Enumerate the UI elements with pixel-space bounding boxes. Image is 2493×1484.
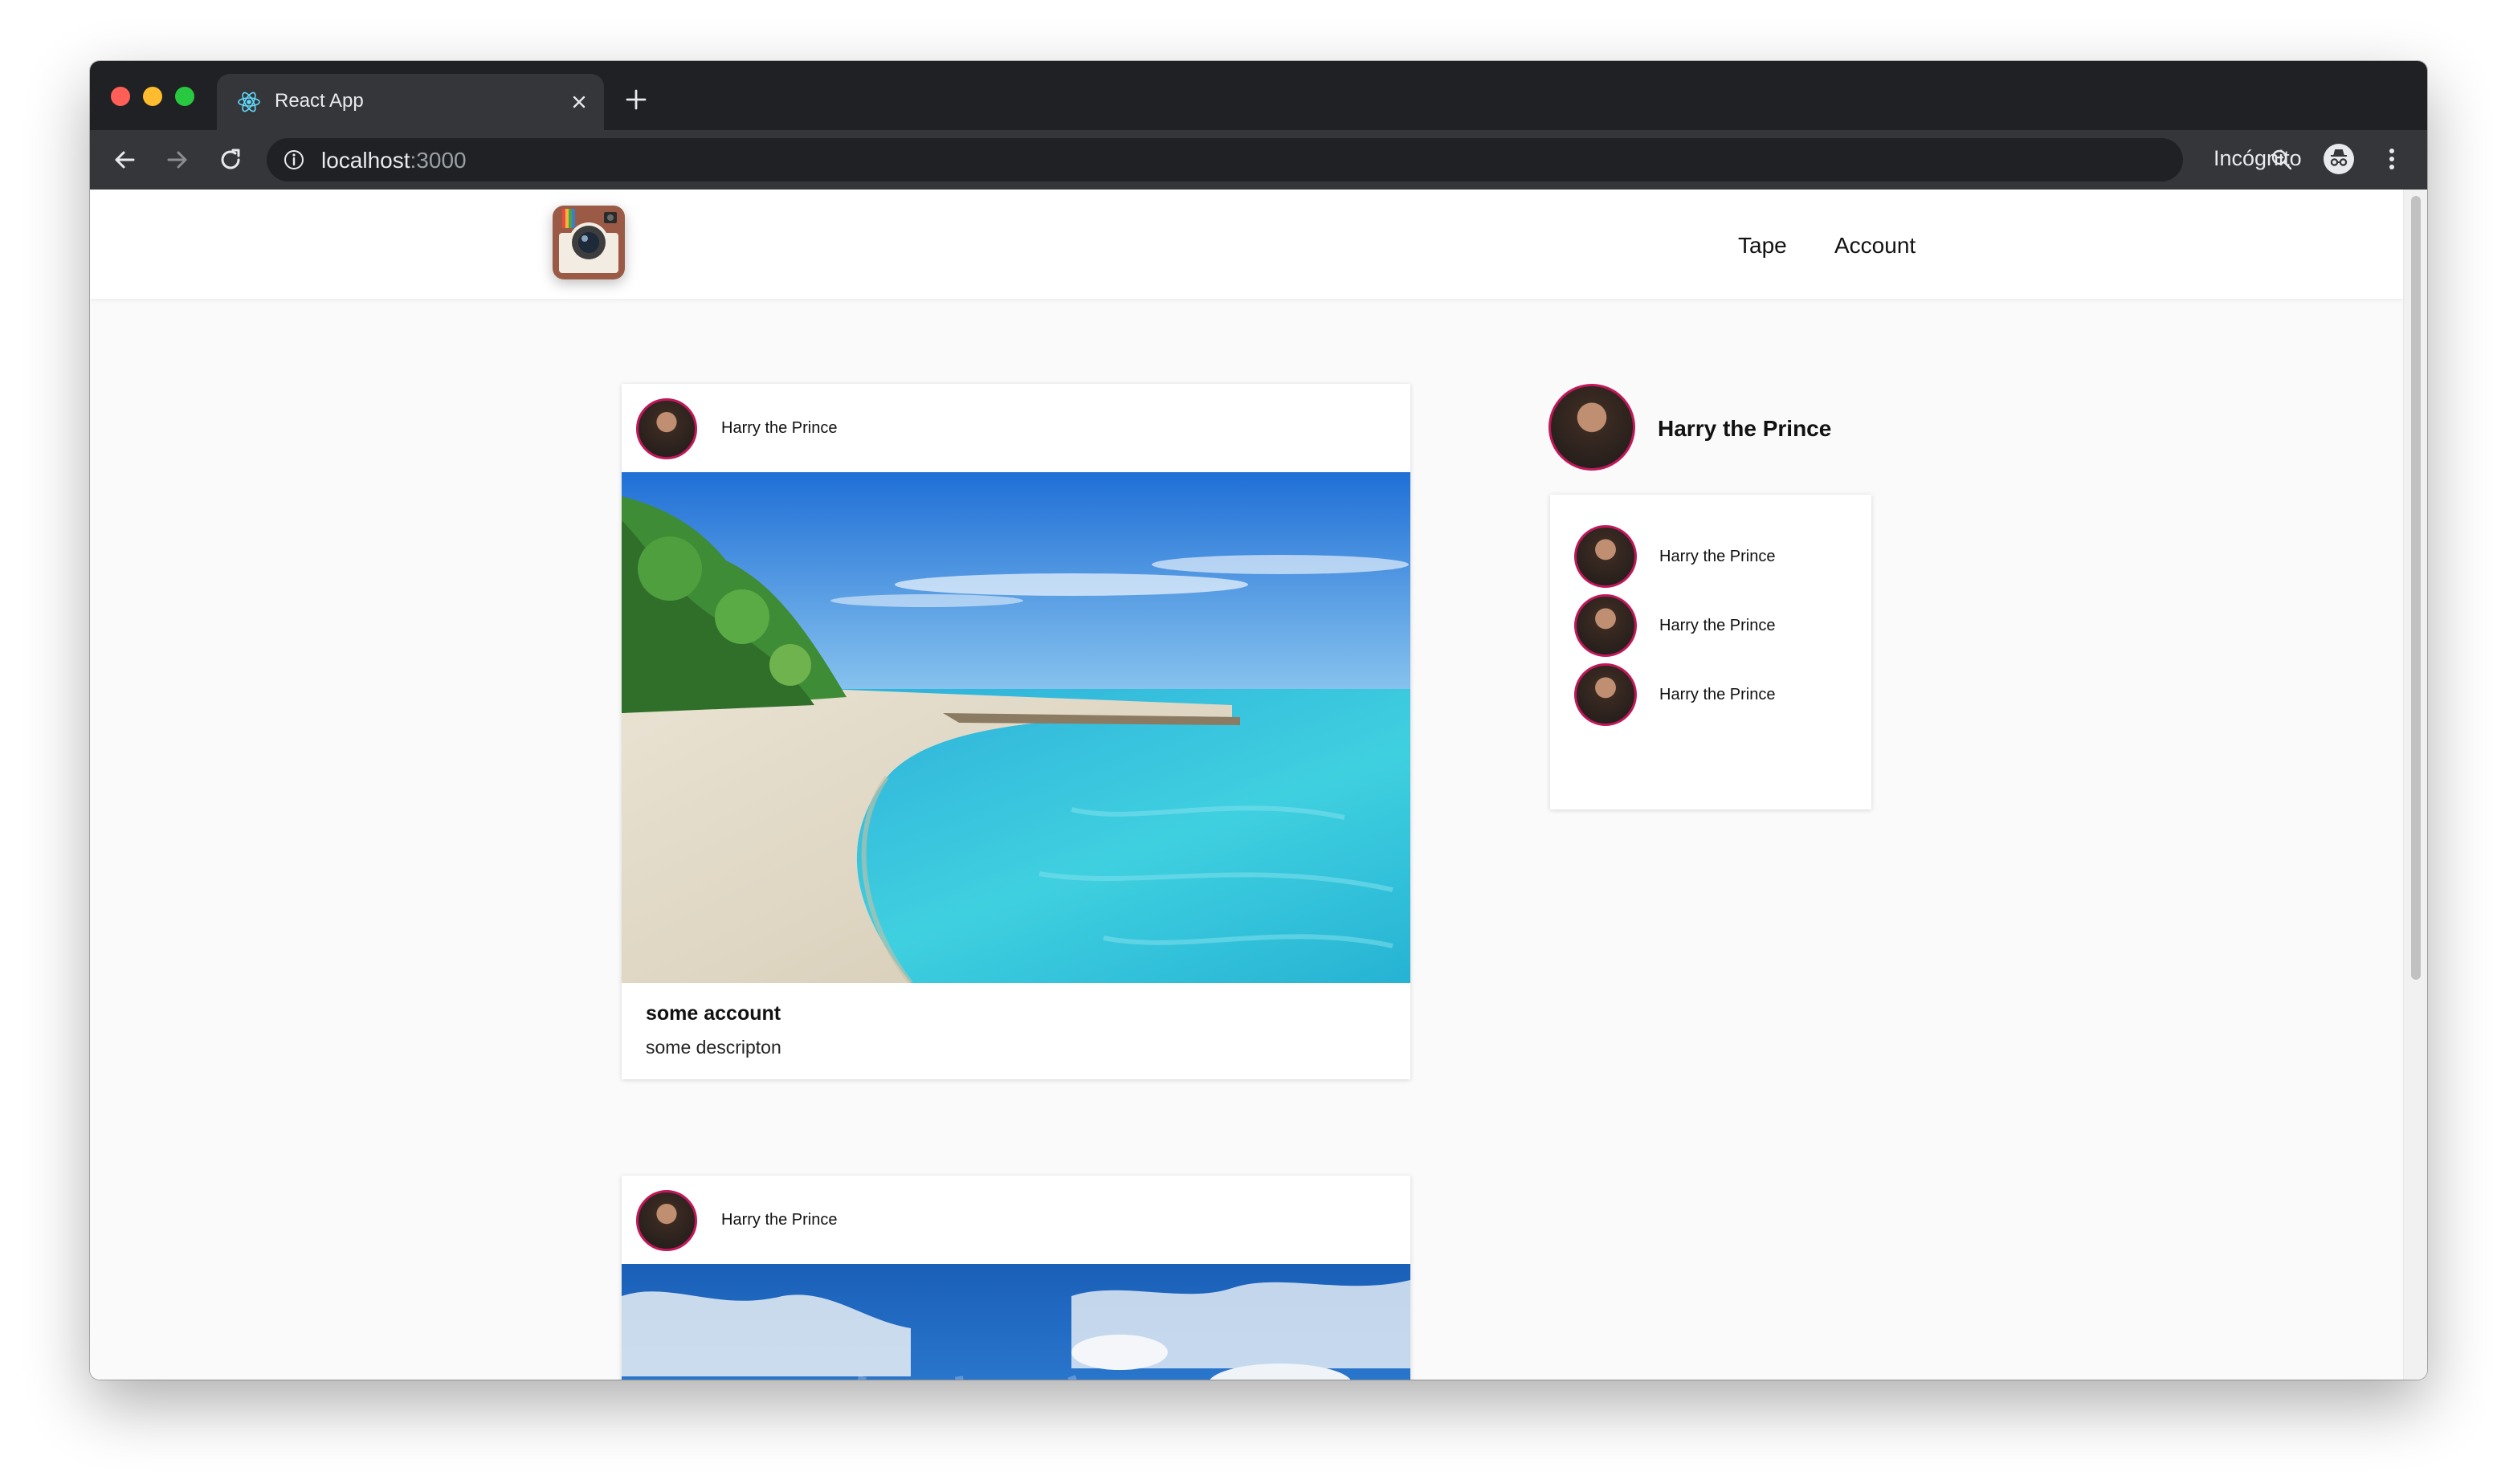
close-window-button[interactable] [111,87,130,106]
tab-strip: React App [90,61,2427,130]
post-footer: some account some descripton [622,983,1410,1079]
incognito-label[interactable]: Incógnito [2214,146,2302,171]
page-viewport: Tape Account Harry the Prince some accou… [90,190,2403,1380]
suggestion-item[interactable]: Harry the Prince [1550,663,1871,728]
suggestion-item[interactable]: Harry the Prince [1550,525,1871,589]
tab-title: React App [275,90,364,112]
avatar[interactable] [1574,525,1637,588]
suggestion-name[interactable]: Harry the Prince [1659,617,1776,635]
avatar[interactable] [636,1190,697,1251]
post-title[interactable]: some account [646,1002,1386,1025]
suggestions-panel: Harry the Prince Harry the Prince Harry … [1550,495,1871,809]
incognito-icon[interactable] [2323,143,2355,175]
post-card: Harry the Prince [622,1176,1410,1380]
nav-tape-link[interactable]: Tape [1738,233,1787,259]
new-tab-icon[interactable] [623,87,649,112]
more-menu-icon[interactable] [2376,143,2408,175]
scrollbar-thumb[interactable] [2411,196,2421,980]
suggestion-item[interactable]: Harry the Prince [1550,594,1871,658]
suggestion-name[interactable]: Harry the Prince [1659,548,1776,566]
post-username[interactable]: Harry the Prince [721,419,838,438]
profile-avatar[interactable] [1548,384,1635,471]
post-card: Harry the Prince [622,384,1410,1079]
nav-account-link[interactable]: Account [1834,233,1916,259]
browser-window: React App localhost:3000 Incógnito Tape … [90,61,2427,1380]
back-arrow-icon[interactable] [109,145,140,175]
react-icon [238,92,260,112]
reload-icon[interactable] [215,145,246,175]
post-header: Harry the Prince [622,384,1410,472]
profile-name[interactable]: Harry the Prince [1658,416,1831,442]
page-scrollbar[interactable] [2403,190,2427,1380]
post-username[interactable]: Harry the Prince [721,1211,838,1229]
close-tab-icon[interactable] [565,88,593,116]
avatar[interactable] [636,398,697,459]
post-description: some descripton [646,1037,781,1058]
post-header: Harry the Prince [622,1176,1410,1264]
browser-tab[interactable]: React App [217,74,604,130]
beach-photo[interactable] [622,472,1410,983]
maximize-window-button[interactable] [175,87,194,106]
browser-toolbar: localhost:3000 Incógnito [90,130,2427,190]
minimize-window-button[interactable] [143,87,162,106]
instagram-logo-icon[interactable] [551,204,626,281]
sky-photo[interactable] [622,1264,1410,1380]
forward-arrow-icon[interactable] [162,145,193,175]
avatar[interactable] [1574,594,1637,657]
address-bar[interactable]: localhost:3000 [267,138,2346,181]
avatar[interactable] [1574,663,1637,726]
suggestion-name[interactable]: Harry the Prince [1659,686,1776,704]
url-text[interactable]: localhost:3000 [321,148,467,173]
info-icon[interactable] [283,149,305,171]
app-header: Tape Account [90,190,2403,299]
